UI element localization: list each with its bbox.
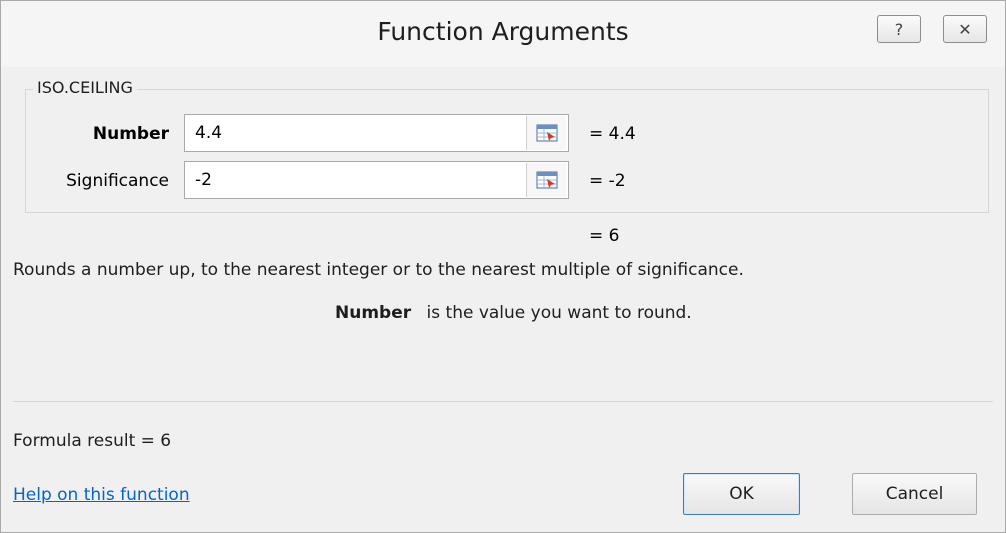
help-button[interactable]: ? xyxy=(877,15,921,43)
significance-result: = -2 xyxy=(589,171,626,191)
formula-result: Formula result = 6 xyxy=(13,431,172,451)
function-name: ISO.CEILING xyxy=(33,78,137,97)
number-result: = 4.4 xyxy=(589,124,636,144)
function-result: = 6 xyxy=(589,226,620,246)
question-icon: ? xyxy=(894,19,904,39)
title-bar[interactable]: Function Arguments ? ✕ xyxy=(1,1,1005,67)
help-on-function-link[interactable]: Help on this function xyxy=(13,485,190,505)
number-ref-button[interactable] xyxy=(526,116,566,150)
dialog-title: Function Arguments xyxy=(377,17,629,46)
separator xyxy=(13,401,993,402)
collapse-dialog-icon xyxy=(536,171,557,189)
number-label: Number xyxy=(92,124,169,144)
collapse-dialog-icon xyxy=(536,124,557,142)
argument-description-name: Number xyxy=(335,303,412,323)
close-icon: ✕ xyxy=(958,19,972,39)
significance-ref-button[interactable] xyxy=(526,163,566,197)
number-input[interactable] xyxy=(184,114,569,152)
argument-description: Number is the value you want to round. xyxy=(335,303,692,323)
cancel-button[interactable]: Cancel xyxy=(852,473,977,515)
function-arguments-dialog: Function Arguments ? ✕ ISO.CEILING Numbe… xyxy=(0,0,1006,533)
ok-button[interactable]: OK xyxy=(683,473,800,515)
significance-input[interactable] xyxy=(184,161,569,199)
close-button[interactable]: ✕ xyxy=(943,15,987,43)
significance-label: Significance xyxy=(66,171,169,191)
argument-description-text: is the value you want to round. xyxy=(426,303,692,323)
function-description: Rounds a number up, to the nearest integ… xyxy=(13,260,744,280)
